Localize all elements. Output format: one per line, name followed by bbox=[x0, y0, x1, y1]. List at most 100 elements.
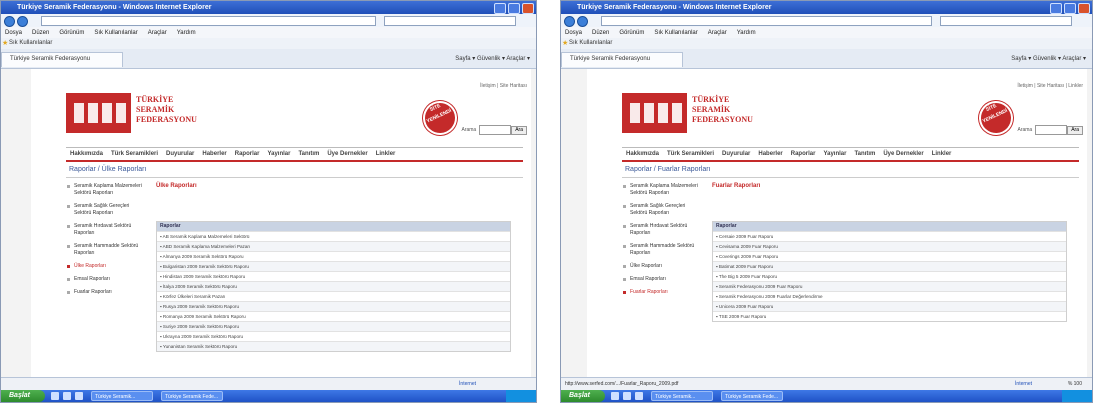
close-button[interactable] bbox=[522, 3, 534, 14]
sidebar-item[interactable]: Seramik Hırdavat Sektörü Raporları bbox=[66, 223, 144, 237]
sidebar-item[interactable]: Ülke Raporları bbox=[66, 263, 144, 270]
nav-item[interactable]: Hakkımızda bbox=[70, 151, 103, 157]
menu-item[interactable]: Görünüm bbox=[619, 30, 644, 36]
nav-item[interactable]: Linkler bbox=[376, 151, 396, 157]
menu-item[interactable]: Araçlar bbox=[708, 30, 727, 36]
report-link[interactable]: ▪ Seramik Federasyonu 2009 Fuar Raporu bbox=[713, 281, 1066, 291]
browser-search-box[interactable] bbox=[384, 16, 516, 26]
report-link[interactable]: ▪ AB Seramik Kaplama Malzemeleri Sektörü bbox=[157, 231, 510, 241]
menu-item[interactable]: Görünüm bbox=[59, 30, 84, 36]
report-link[interactable]: ▪ Suriye 2009 Seramik Sektörü Raporu bbox=[157, 321, 510, 331]
sidebar-item[interactable]: Ülke Raporları bbox=[622, 263, 700, 270]
close-button[interactable] bbox=[1078, 3, 1090, 14]
report-link[interactable]: ▪ Yunanistan Seramik Sektörü Raporu bbox=[157, 341, 510, 351]
forward-button[interactable] bbox=[17, 16, 28, 27]
taskbar-task[interactable]: Türkiye Seramik Fede... bbox=[161, 391, 223, 401]
nav-item[interactable]: Linkler bbox=[932, 151, 952, 157]
nav-item[interactable]: Üye Dernekler bbox=[883, 151, 923, 157]
report-link[interactable]: ▪ Körfez Ülkeleri Seramik Pazarı bbox=[157, 291, 510, 301]
report-link[interactable]: ▪ Batimat 2009 Fuar Raporu bbox=[713, 261, 1066, 271]
report-link[interactable]: ▪ Ukrayna 2009 Seramik Sektörü Raporu bbox=[157, 331, 510, 341]
sidebar-item[interactable]: Seramik Hammadde Sektörü Raporları bbox=[66, 243, 144, 257]
sidebar-item[interactable]: Emsal Raporları bbox=[622, 276, 700, 283]
minimize-button[interactable] bbox=[494, 3, 506, 14]
site-search-input[interactable] bbox=[479, 125, 512, 135]
nav-item[interactable]: Tanıtım bbox=[854, 151, 875, 157]
nav-item[interactable]: Raporlar bbox=[235, 151, 260, 157]
favorites-button[interactable]: Sık Kullanılanlar bbox=[569, 40, 612, 46]
forward-button[interactable] bbox=[577, 16, 588, 27]
top-links[interactable]: İletişim | Site Haritası bbox=[480, 83, 527, 89]
back-button[interactable] bbox=[4, 16, 15, 27]
report-link[interactable]: ▪ The Big 5 2009 Fuar Raporu bbox=[713, 271, 1066, 281]
report-link[interactable]: ▪ Seramik Federasyonu 2009 Fuarlar Değer… bbox=[713, 291, 1066, 301]
sidebar-item[interactable]: Seramik Hırdavat Sektörü Raporları bbox=[622, 223, 700, 237]
maximize-button[interactable] bbox=[1064, 3, 1076, 14]
nav-item[interactable]: Yayınlar bbox=[823, 151, 846, 157]
report-link[interactable]: ▪ Cevisama 2009 Fuar Raporu bbox=[713, 241, 1066, 251]
sidebar-item[interactable]: Seramik Kaplama Malzemeleri Sektörü Rapo… bbox=[66, 183, 144, 197]
nav-item[interactable]: Türk Seramikleri bbox=[111, 151, 158, 157]
nav-item[interactable]: Hakkımızda bbox=[626, 151, 659, 157]
site-search-input[interactable] bbox=[1035, 125, 1068, 135]
address-bar[interactable] bbox=[601, 16, 932, 26]
menu-item[interactable]: Sık Kullanılanlar bbox=[654, 30, 697, 36]
top-links[interactable]: İletişim | Site Haritası | Linkler bbox=[1017, 83, 1083, 89]
report-link[interactable]: ▪ Cersaie 2009 Fuar Raporu bbox=[713, 231, 1066, 241]
nav-item[interactable]: Duyurular bbox=[166, 151, 194, 157]
quicklaunch-icon[interactable] bbox=[635, 392, 643, 400]
report-link[interactable]: ▪ Rusya 2009 Seramik Sektörü Raporu bbox=[157, 301, 510, 311]
nav-item[interactable]: Haberler bbox=[758, 151, 782, 157]
menu-item[interactable]: Sık Kullanılanlar bbox=[94, 30, 137, 36]
report-link[interactable]: ▪ Romanya 2009 Seramik Sektörü Raporu bbox=[157, 311, 510, 321]
menu-item[interactable]: Düzen bbox=[32, 30, 49, 36]
taskbar-task[interactable]: Türkiye Seramik Fede... bbox=[721, 391, 783, 401]
quicklaunch-icon[interactable] bbox=[75, 392, 83, 400]
browser-search-box[interactable] bbox=[940, 16, 1072, 26]
menu-item[interactable]: Yardım bbox=[737, 30, 756, 36]
start-button[interactable]: Başlat bbox=[561, 390, 605, 402]
menu-item[interactable]: Düzen bbox=[592, 30, 609, 36]
report-link[interactable]: ▪ Coverings 2009 Fuar Raporu bbox=[713, 251, 1066, 261]
menu-item[interactable]: Dosya bbox=[565, 30, 582, 36]
nav-item[interactable]: Türk Seramikleri bbox=[667, 151, 714, 157]
browser-tab[interactable]: Türkiye Seramik Federasyonu bbox=[561, 52, 683, 67]
zoom-control[interactable]: % 100 bbox=[1068, 381, 1082, 387]
taskbar-task[interactable]: Türkiye Seramik... bbox=[91, 391, 153, 401]
report-link[interactable]: ▪ Hindistan 2009 Seramik Sektörü Raporu bbox=[157, 271, 510, 281]
address-bar[interactable] bbox=[41, 16, 376, 26]
quicklaunch-icon[interactable] bbox=[611, 392, 619, 400]
taskbar-task[interactable]: Türkiye Seramik... bbox=[651, 391, 713, 401]
report-link[interactable]: ▪ Unicera 2009 Fuar Raporu bbox=[713, 301, 1066, 311]
sidebar-item[interactable]: Fuarlar Raporları bbox=[622, 289, 700, 296]
sidebar-item[interactable]: Fuarlar Raporları bbox=[66, 289, 144, 296]
site-search-button[interactable]: Ara bbox=[511, 125, 527, 135]
report-link[interactable]: ▪ Almanya 2009 Seramik Sektörü Raporu bbox=[157, 251, 510, 261]
nav-item[interactable]: Haberler bbox=[202, 151, 226, 157]
command-bar[interactable]: Sayfa ▾ Güvenlik ▾ Araçlar ▾ bbox=[455, 55, 530, 62]
start-button[interactable]: Başlat bbox=[1, 390, 45, 402]
sidebar-item[interactable]: Seramik Sağlık Gereçleri Sektörü Raporla… bbox=[66, 203, 144, 217]
maximize-button[interactable] bbox=[508, 3, 520, 14]
menu-item[interactable]: Araçlar bbox=[148, 30, 167, 36]
back-button[interactable] bbox=[564, 16, 575, 27]
quicklaunch-icon[interactable] bbox=[51, 392, 59, 400]
sidebar-item[interactable]: Seramik Sağlık Gereçleri Sektörü Raporla… bbox=[622, 203, 700, 217]
sidebar-item[interactable]: Seramik Kaplama Malzemeleri Sektörü Rapo… bbox=[622, 183, 700, 197]
report-link[interactable]: ▪ Bulgaristan 2009 Seramik Sektörü Rapor… bbox=[157, 261, 510, 271]
report-link[interactable]: ▪ ABD Seramik Kaplama Malzemeleri Pazarı bbox=[157, 241, 510, 251]
browser-tab[interactable]: Türkiye Seramik Federasyonu bbox=[1, 52, 123, 67]
menu-item[interactable]: Dosya bbox=[5, 30, 22, 36]
report-link[interactable]: ▪ TSE 2009 Fuar Raporu bbox=[713, 311, 1066, 321]
menu-item[interactable]: Yardım bbox=[177, 30, 196, 36]
favorites-button[interactable]: Sık Kullanılanlar bbox=[9, 40, 52, 46]
nav-item[interactable]: Yayınlar bbox=[267, 151, 290, 157]
report-link[interactable]: ▪ İtalya 2009 Seramik Sektörü Raporu bbox=[157, 281, 510, 291]
site-search-button[interactable]: Ara bbox=[1067, 125, 1083, 135]
minimize-button[interactable] bbox=[1050, 3, 1062, 14]
sidebar-item[interactable]: Emsal Raporları bbox=[66, 276, 144, 283]
nav-item[interactable]: Üye Dernekler bbox=[327, 151, 367, 157]
command-bar[interactable]: Sayfa ▾ Güvenlik ▾ Araçlar ▾ bbox=[1011, 55, 1086, 62]
nav-item[interactable]: Duyurular bbox=[722, 151, 750, 157]
quicklaunch-icon[interactable] bbox=[63, 392, 71, 400]
